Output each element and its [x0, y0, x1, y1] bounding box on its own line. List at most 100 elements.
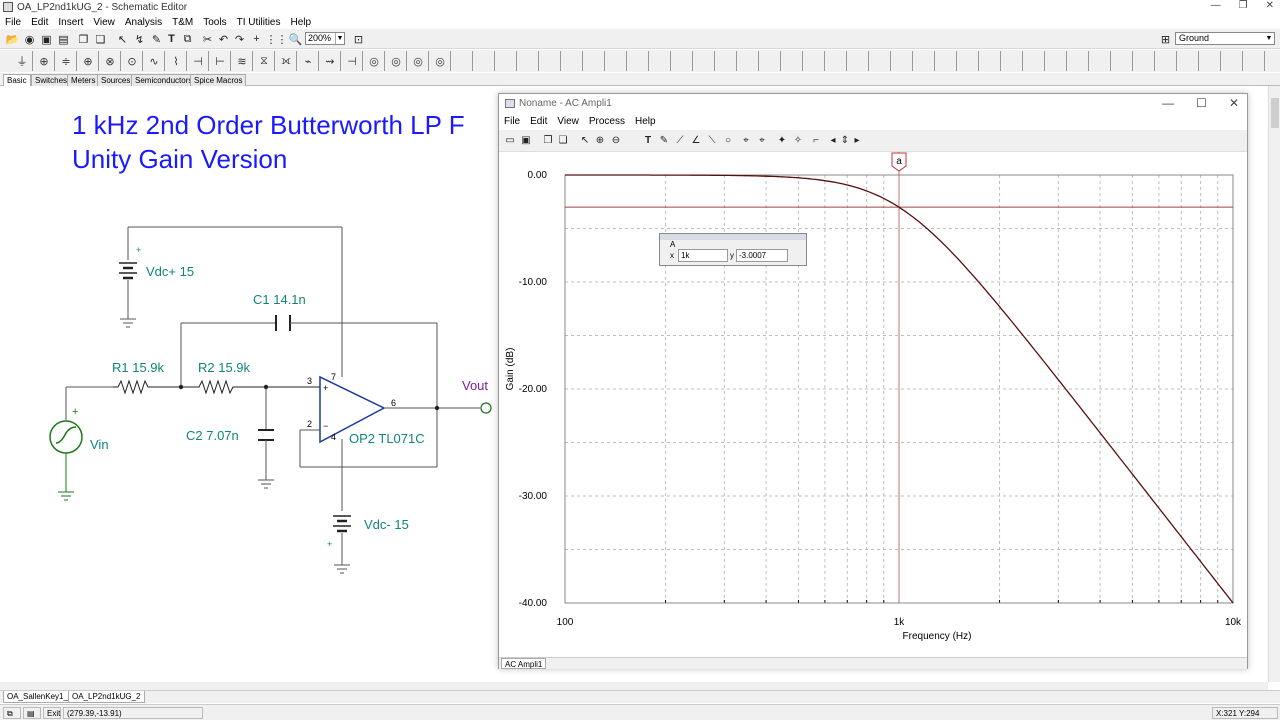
- ac-minimize-button[interactable]: —: [1162, 96, 1174, 110]
- cursor-readout[interactable]: A x 1k y -3.0007: [659, 233, 807, 266]
- empty-slot[interactable]: [584, 51, 605, 71]
- curve-icon[interactable]: ⌐: [809, 133, 823, 148]
- line-icon[interactable]: ⟍: [705, 133, 719, 148]
- tab-spice-macros[interactable]: Spice Macros: [190, 74, 247, 86]
- empty-slot[interactable]: [606, 51, 627, 71]
- lamp3-icon[interactable]: ◎: [408, 51, 429, 71]
- menu-tm[interactable]: T&M: [167, 17, 198, 28]
- ground-icon[interactable]: ⏚: [12, 51, 33, 71]
- empty-slot[interactable]: [1200, 51, 1221, 71]
- menu-help[interactable]: Help: [286, 17, 317, 28]
- empty-slot[interactable]: [1090, 51, 1111, 71]
- zoom-icon[interactable]: 🔍: [287, 31, 304, 47]
- empty-slot[interactable]: [1134, 51, 1155, 71]
- empty-slot[interactable]: [1156, 51, 1177, 71]
- transformer-icon[interactable]: ⧖: [254, 51, 275, 71]
- pointer-icon[interactable]: ↖: [114, 31, 131, 47]
- save-icon[interactable]: ▣: [519, 133, 533, 148]
- empty-slot[interactable]: [650, 51, 671, 71]
- nudge-right-icon[interactable]: ▸: [850, 133, 864, 148]
- copy-icon[interactable]: ❐: [541, 133, 555, 148]
- status-icon[interactable]: ⧉: [3, 707, 21, 719]
- component-select[interactable]: Ground ▼: [1175, 32, 1275, 45]
- horizontal-scrollbar[interactable]: [0, 682, 1268, 690]
- cursor-b-icon[interactable]: ⌖: [755, 133, 769, 148]
- grid-icon[interactable]: ⋮⋮: [266, 31, 288, 47]
- battery-icon[interactable]: ⊕: [34, 51, 55, 71]
- empty-slot[interactable]: [716, 51, 737, 71]
- empty-slot[interactable]: [694, 51, 715, 71]
- doc-tab-sallenkey[interactable]: OA_SallenKey1_0: [3, 691, 77, 703]
- inductor-icon[interactable]: ⌇: [166, 51, 187, 71]
- ac-close-button[interactable]: ✕: [1229, 96, 1239, 110]
- source-icon[interactable]: ⊕: [78, 51, 99, 71]
- empty-slot[interactable]: [1002, 51, 1023, 71]
- menu-file[interactable]: File: [0, 17, 26, 28]
- draw-icon[interactable]: ✎: [657, 133, 671, 148]
- text-icon[interactable]: T: [163, 31, 180, 47]
- minimize-button[interactable]: —: [1211, 0, 1221, 11]
- empty-slot[interactable]: [1244, 51, 1265, 71]
- pointer-icon[interactable]: ↖: [578, 133, 592, 148]
- menu-view[interactable]: View: [88, 17, 120, 28]
- wire-icon[interactable]: ↯: [131, 31, 148, 47]
- cursor-readout-header[interactable]: [660, 234, 806, 240]
- angle-icon[interactable]: ∠: [689, 133, 703, 148]
- ac-menu-view[interactable]: View: [552, 116, 584, 127]
- empty-slot[interactable]: [826, 51, 847, 71]
- ac-maximize-button[interactable]: ☐: [1196, 96, 1207, 110]
- restore-button[interactable]: ❐: [1239, 0, 1248, 11]
- empty-slot[interactable]: [672, 51, 693, 71]
- plus-icon[interactable]: +: [248, 31, 265, 47]
- zoom-out-icon[interactable]: ⊖: [609, 133, 623, 148]
- empty-slot[interactable]: [760, 51, 781, 71]
- empty-slot[interactable]: [936, 51, 957, 71]
- empty-slot[interactable]: [1046, 51, 1067, 71]
- marker2-icon[interactable]: ✧: [791, 133, 805, 148]
- relay-icon[interactable]: ⊣: [342, 51, 363, 71]
- ac-menu-help[interactable]: Help: [630, 116, 661, 127]
- empty-slot[interactable]: [1068, 51, 1089, 71]
- lamp-icon[interactable]: ◎: [364, 51, 385, 71]
- close-button[interactable]: ✕: [1266, 0, 1274, 11]
- empty-slot[interactable]: [1024, 51, 1045, 71]
- doc-tab-lp2nd[interactable]: OA_LP2nd1kUG_2: [68, 691, 145, 703]
- empty-slot[interactable]: [496, 51, 517, 71]
- resistor-icon[interactable]: ∿: [144, 51, 165, 71]
- empty-slot[interactable]: [1178, 51, 1199, 71]
- empty-slot[interactable]: [914, 51, 935, 71]
- lamp2-icon[interactable]: ◎: [386, 51, 407, 71]
- globe-icon[interactable]: ◉: [21, 31, 38, 47]
- menu-edit[interactable]: Edit: [26, 17, 53, 28]
- empty-slot[interactable]: [474, 51, 495, 71]
- draw2-icon[interactable]: ⟋: [673, 133, 687, 148]
- ac-menu-file[interactable]: File: [499, 116, 525, 127]
- component-place-icon[interactable]: ⊞: [1157, 31, 1174, 47]
- ac-menu-process[interactable]: Process: [584, 116, 630, 127]
- menu-analysis[interactable]: Analysis: [120, 17, 167, 28]
- empty-slot[interactable]: [540, 51, 561, 71]
- switch-icon[interactable]: ⌁: [298, 51, 319, 71]
- undo-icon[interactable]: ↶: [215, 31, 232, 47]
- zoom-fit-icon[interactable]: ⊡: [350, 31, 367, 47]
- menu-ti-utilities[interactable]: TI Utilities: [232, 17, 286, 28]
- vertical-scrollbar[interactable]: [1268, 86, 1280, 682]
- menu-insert[interactable]: Insert: [53, 17, 88, 28]
- tab-sources[interactable]: Sources: [97, 74, 135, 86]
- capacitor2-icon[interactable]: ⊣: [188, 51, 209, 71]
- menu-tools[interactable]: Tools: [198, 17, 231, 28]
- marker-icon[interactable]: ✦: [775, 133, 789, 148]
- zoom-in-icon[interactable]: ⊕: [593, 133, 607, 148]
- empty-slot[interactable]: [562, 51, 583, 71]
- empty-slot[interactable]: [452, 51, 473, 71]
- zoom-select[interactable]: 200% ▼: [305, 32, 345, 45]
- tab-switches[interactable]: Switches: [31, 74, 72, 86]
- capacitor-icon[interactable]: ≑: [56, 51, 77, 71]
- paste-icon[interactable]: ❏: [92, 31, 109, 47]
- save-icon[interactable]: ▣: [38, 31, 55, 47]
- tab-meters[interactable]: Meters: [67, 74, 100, 86]
- ac-menu-edit[interactable]: Edit: [525, 116, 552, 127]
- empty-slot[interactable]: [1222, 51, 1243, 71]
- cursor-a-icon[interactable]: ⌖: [739, 133, 753, 148]
- source2-icon[interactable]: ⊗: [100, 51, 121, 71]
